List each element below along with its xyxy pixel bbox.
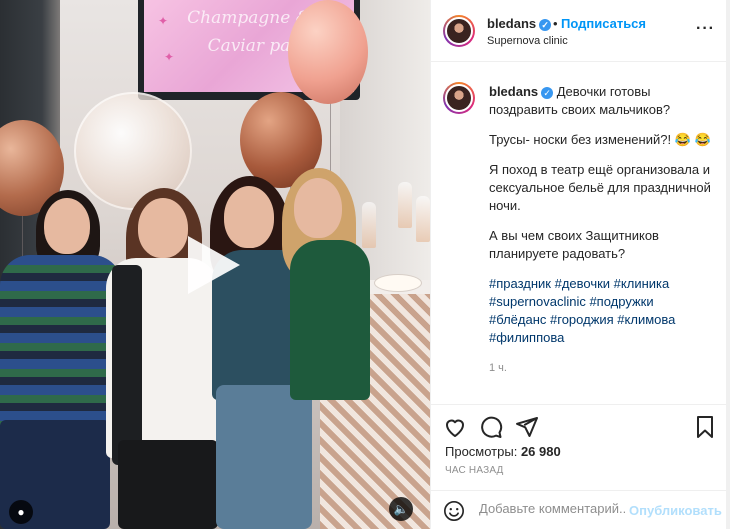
post-header: bledans ✓ • Подписаться Supernova clinic … [431, 0, 727, 62]
verified-badge-icon: ✓ [541, 86, 554, 99]
action-bar [431, 404, 727, 444]
post-timestamp[interactable]: ЧАС НАЗАД [445, 465, 504, 476]
champagne-glass [398, 182, 412, 228]
post-caption: bledans ✓ Девочки готовы поздравить своих… [431, 62, 727, 392]
views-label: Просмотры: [445, 444, 518, 459]
verified-badge-icon: ✓ [539, 18, 552, 31]
hashtag-line[interactable]: #supernovaclinic #подружки [489, 293, 719, 311]
caption-line: Я поход в театр ещё организовала и сексу… [489, 162, 711, 213]
more-options-icon[interactable]: ··· [696, 20, 715, 38]
speaker-muted-icon[interactable]: 🔈 [389, 497, 413, 521]
comment-icon[interactable] [479, 415, 503, 439]
comment-input[interactable] [479, 501, 625, 516]
pink-balloon [288, 0, 368, 104]
caption-body: bledans ✓ Девочки готовы поздравить своих… [489, 83, 719, 377]
bookmark-icon[interactable] [693, 415, 717, 439]
caption-line: А вы чем своих Защитников планируете рад… [489, 228, 659, 261]
hashtag-line[interactable]: #блёданс #городжия #климова [489, 311, 719, 329]
follow-button[interactable]: Подписаться [561, 16, 646, 31]
hashtag-line[interactable]: #филиппова [489, 329, 719, 347]
user-icon[interactable]: ● [9, 500, 33, 524]
send-icon[interactable] [515, 415, 539, 439]
header-username[interactable]: bledans ✓ [487, 16, 552, 31]
champagne-glass [416, 196, 430, 242]
views-count[interactable]: Просмотры: 26 980 [445, 444, 561, 459]
avatar[interactable] [443, 15, 475, 47]
caption-line: Трусы- носки без изменений?! 😂 😂 [489, 132, 711, 147]
views-value: 26 980 [520, 444, 561, 459]
heart-icon[interactable] [443, 415, 467, 439]
scrollbar[interactable] [726, 0, 730, 529]
username-text[interactable]: bledans [487, 16, 536, 31]
avatar[interactable] [443, 82, 475, 114]
play-icon[interactable] [188, 236, 240, 294]
caption-time[interactable]: 1 ч. [489, 359, 719, 377]
caption-username[interactable]: bledans [489, 84, 538, 99]
post-side-panel: bledans ✓ • Подписаться Supernova clinic … [430, 0, 727, 529]
publish-button[interactable]: Опубликовать [629, 503, 722, 518]
dessert-plate [374, 274, 422, 292]
smiley-icon[interactable] [443, 500, 465, 522]
comment-form: Опубликовать [431, 490, 727, 529]
hashtag-line[interactable]: #праздник #девочки #клиника [489, 275, 719, 293]
champagne-glass [362, 202, 376, 248]
location-link[interactable]: Supernova clinic [487, 35, 568, 47]
post-video[interactable]: ✦ ✦ ✦ Champagne & Caviar pa [0, 0, 430, 529]
separator-dot: • [553, 16, 558, 31]
